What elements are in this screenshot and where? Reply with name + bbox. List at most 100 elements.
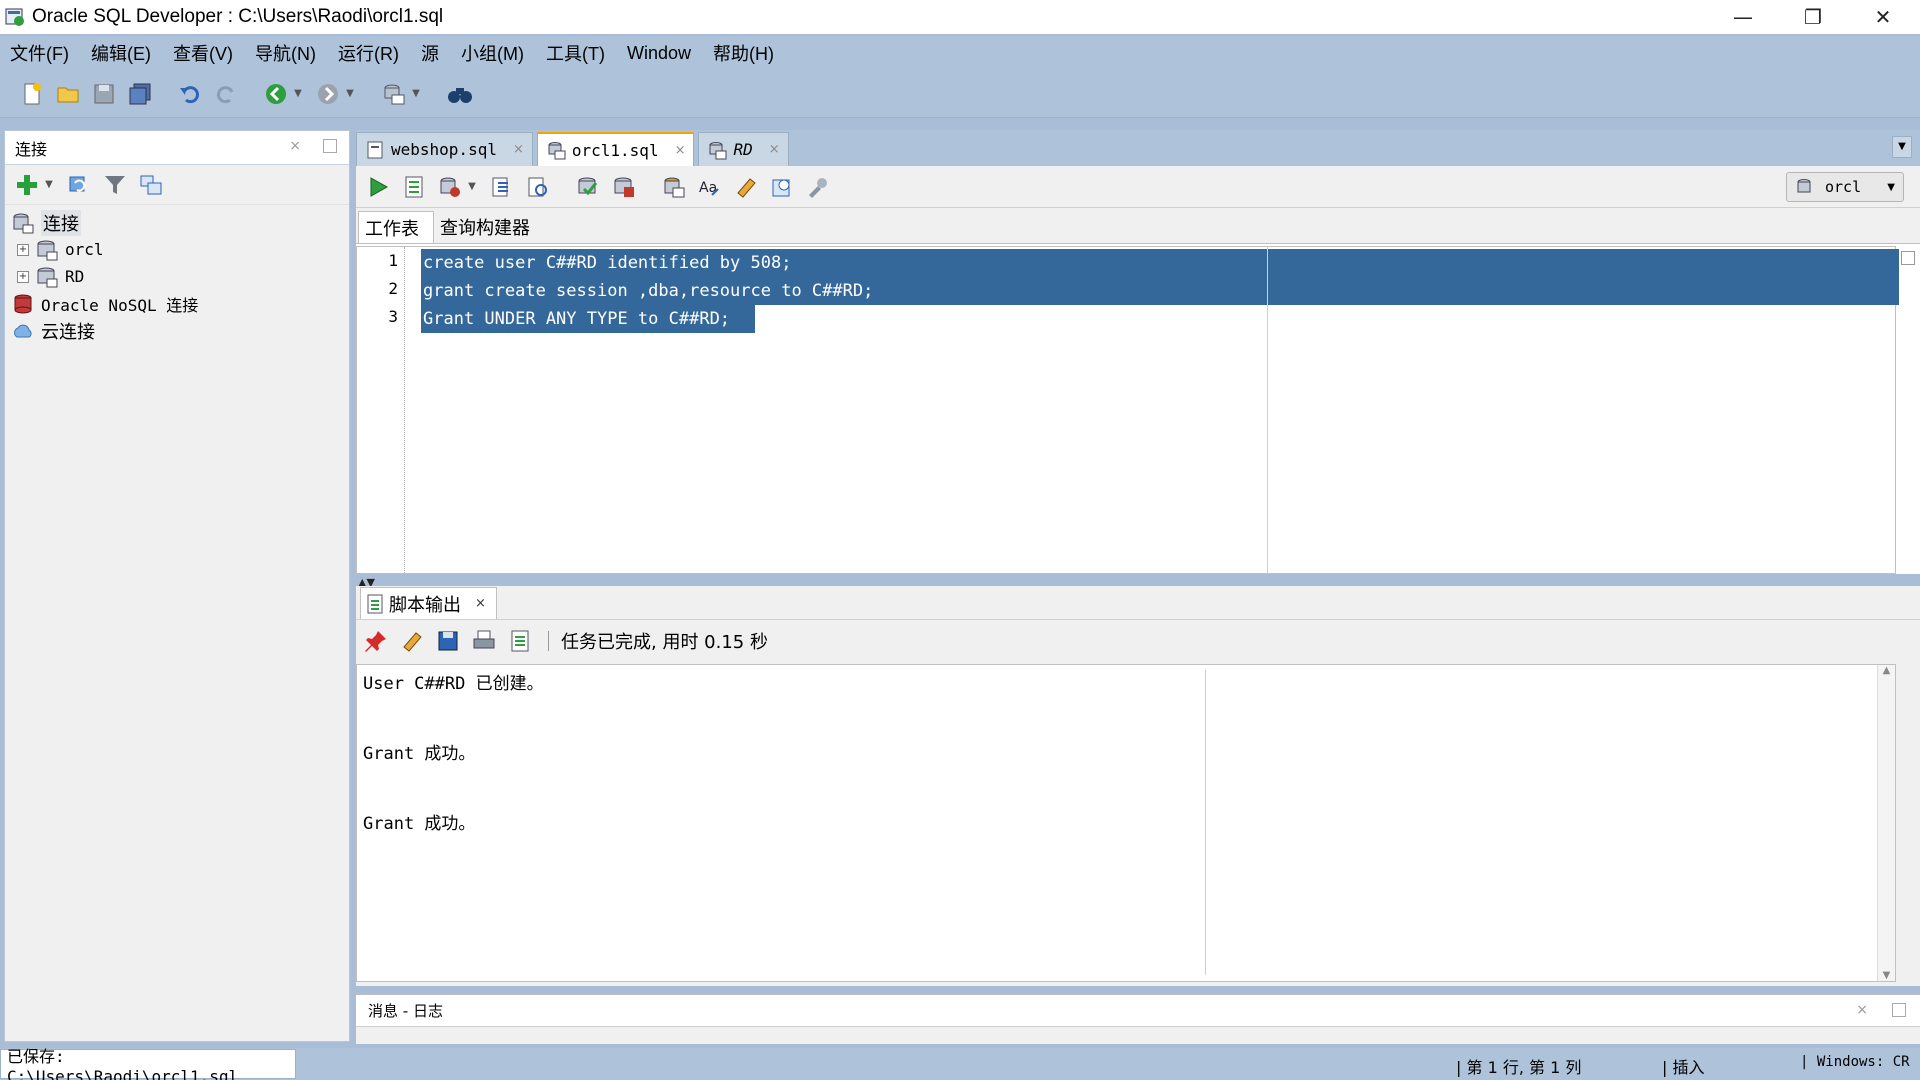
connections-icon [13,213,34,233]
autotrace-button[interactable] [436,173,464,201]
open-button[interactable] [54,80,82,108]
back-button[interactable] [262,80,290,108]
binoculars-icon [448,87,472,103]
undo-button[interactable] [176,80,204,108]
explain-plan-button[interactable] [488,173,516,201]
explain-plan-icon [492,177,508,196]
sql-tuning-button[interactable] [524,173,552,201]
clear-output-button[interactable] [398,627,426,655]
tab-webshop-sql[interactable]: webshop.sql × [356,132,533,166]
close-tab-icon[interactable]: × [675,143,686,158]
pin-button[interactable] [362,627,390,655]
tab-label: RD [733,140,753,159]
chevron-down-icon: ▼ [346,88,354,99]
right-margin-line [1267,247,1268,573]
script-output-icon [367,594,383,613]
tree-item-nosql[interactable]: Oracle NoSQL 连接 [5,290,349,317]
print-button[interactable] [470,627,498,655]
query-builder-button[interactable] [804,173,832,201]
maximize-button[interactable]: ❐ [1778,0,1848,34]
minimize-panel-icon[interactable] [323,139,337,153]
connection-selector[interactable]: orcl ▼ [1786,172,1904,202]
save-output-button[interactable] [434,627,462,655]
scroll-down-icon[interactable]: ▼ [1878,970,1895,981]
unshared-sql-worksheet-button[interactable] [660,173,688,201]
editor-overview-toggle[interactable] [1901,251,1915,265]
redo-button[interactable] [212,80,240,108]
tab-script-output[interactable]: 脚本输出 × [360,587,497,619]
save-button[interactable] [90,80,118,108]
back-dropdown[interactable]: ▼ [292,80,304,108]
task-status-text: 任务已完成, 用时 0.15 秒 [561,632,768,653]
sql-editor[interactable]: 1 2 3 create user C##RD identified by 50… [356,246,1915,574]
sql-worksheet-icon [709,141,727,159]
sql-history-button[interactable] [768,173,796,201]
refresh-icon [69,176,86,192]
commit-button[interactable] [574,173,602,201]
menu-team[interactable]: 小组(M) [461,40,524,66]
code-line: create user C##RD identified by 508; [423,249,791,277]
menu-window[interactable]: Window [627,43,691,64]
minimize-panel-icon[interactable] [1892,1003,1906,1017]
to-upper-lower-button[interactable]: Aa [696,173,724,201]
tab-query-builder[interactable]: 查询构建器 [434,211,544,243]
menu-tools[interactable]: 工具(T) [546,40,605,66]
close-tab-icon[interactable]: × [513,142,524,157]
forward-button[interactable] [314,80,342,108]
filter-button[interactable] [101,171,129,199]
menu-help[interactable]: 帮助(H) [713,40,774,66]
save-all-button[interactable] [126,80,154,108]
edit-mode-text: 插入 [1672,1058,1705,1077]
tab-worksheet[interactable]: 工作表 [358,211,434,243]
sql-worksheet-dropdown[interactable]: ▼ [410,80,422,108]
forward-dropdown[interactable]: ▼ [344,80,356,108]
tree-root-connections[interactable]: 连接 [5,209,349,236]
tree-item-cloud[interactable]: 云连接 [5,317,349,344]
run-script-button[interactable] [400,173,428,201]
save-all-icon [129,83,151,104]
find-button[interactable] [446,80,474,108]
tab-label: 脚本输出 [389,594,461,616]
tab-list-dropdown[interactable]: ▼ [1892,136,1912,158]
menu-file[interactable]: 文件(F) [10,40,69,66]
menu-source[interactable]: 源 [421,40,439,66]
line-number: 1 [388,251,398,270]
close-icon: ✕ [1874,5,1892,29]
expand-icon[interactable]: + [17,270,29,283]
autotrace-dropdown[interactable]: ▼ [466,173,478,201]
tab-orcl1-sql[interactable]: orcl1.sql × [536,132,695,166]
sql-file-icon [367,141,383,158]
messages-log-header: 消息 - 日志 × [356,995,1920,1027]
menu-navigate[interactable]: 导航(N) [255,40,316,66]
add-connection-dropdown[interactable]: ▼ [43,171,55,199]
schema-browser-button[interactable] [137,171,165,199]
menu-edit[interactable]: 编辑(E) [91,40,151,66]
rollback-button[interactable] [610,173,638,201]
chevron-down-icon: ▼ [1887,181,1895,193]
tree-item-orcl[interactable]: + orcl [5,236,349,263]
scroll-up-icon[interactable]: ▲ [1878,665,1895,676]
cursor-position-text: 第 1 行, 第 1 列 [1466,1058,1582,1077]
close-window-button[interactable]: ✕ [1848,0,1918,34]
add-connection-button[interactable] [13,171,41,199]
refresh-button[interactable] [65,171,93,199]
run-statement-button[interactable] [364,173,392,201]
new-file-icon [24,82,41,104]
tab-rd[interactable]: RD × [698,132,789,166]
menu-view[interactable]: 查看(V) [173,40,233,66]
open-folder-icon [57,87,79,102]
close-panel-icon[interactable]: × [289,138,301,154]
new-file-button[interactable] [18,80,46,108]
expand-icon[interactable]: + [17,243,29,256]
output-scrollbar[interactable]: ▲ ▼ [1877,665,1895,981]
close-tab-icon[interactable]: × [475,596,486,611]
menu-run[interactable]: 运行(R) [338,40,399,66]
minimize-button[interactable]: — [1708,0,1778,34]
close-panel-icon[interactable]: × [1856,1002,1868,1018]
clear-button[interactable] [732,173,760,201]
sql-worksheet-button[interactable] [380,80,408,108]
close-tab-icon[interactable]: × [769,142,780,157]
tree-item-rd[interactable]: + RD [5,263,349,290]
output-options-button[interactable] [506,627,534,655]
messages-log-panel: 消息 - 日志 × [356,994,1920,1044]
